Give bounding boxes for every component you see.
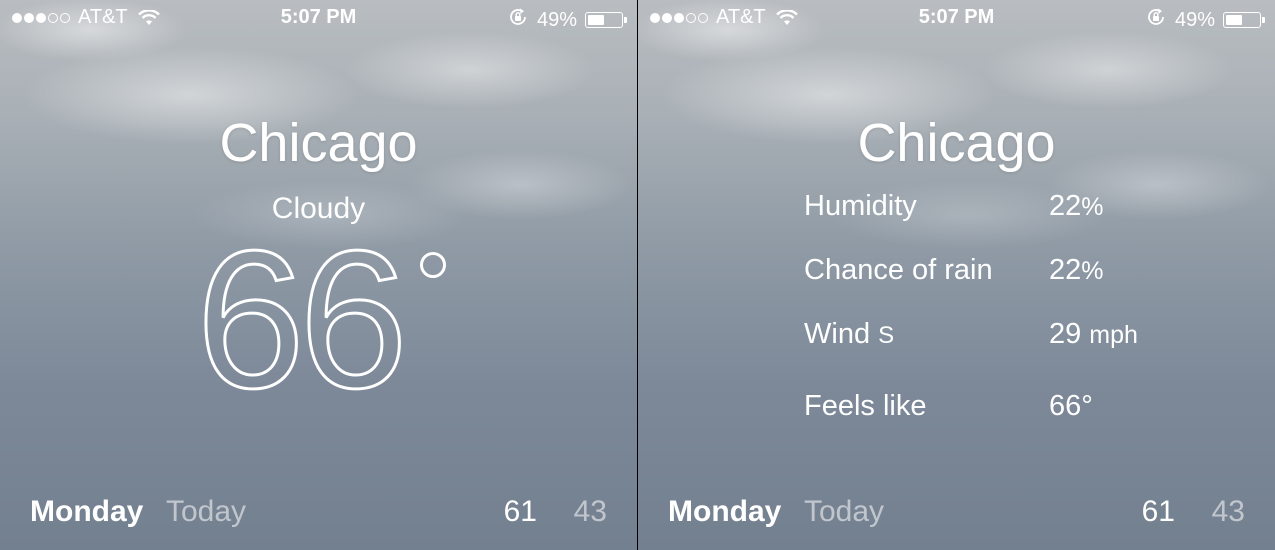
detail-label: Chance of rain (804, 254, 993, 286)
forecast-low: 43 (573, 495, 607, 528)
detail-label: Humidity (804, 190, 917, 222)
battery-icon (585, 12, 627, 28)
detail-label: Feels like (804, 390, 927, 422)
forecast-day: Monday (668, 495, 782, 528)
forecast-high: 61 (503, 495, 537, 528)
weather-screens: AT&T 5:07 PM 49% Chicago Cloudy 66 Monda… (0, 0, 1275, 550)
status-bar-right: 49% (507, 6, 627, 34)
forecast-low: 43 (1211, 495, 1245, 528)
battery-level (588, 15, 604, 25)
forecast-day: Monday (30, 495, 144, 528)
city-name: Chicago (857, 113, 1056, 173)
status-bar-right: 49% (1145, 6, 1265, 34)
weather-main-screen[interactable]: AT&T 5:07 PM 49% Chicago Cloudy 66 Monda… (0, 0, 637, 550)
detail-value: 29 mph (1049, 318, 1138, 350)
detail-value: 22% (1049, 254, 1104, 286)
detail-value: 66° (1049, 390, 1093, 422)
battery-percent: 49% (1174, 8, 1215, 31)
current-temperature: 66 (194, 210, 409, 429)
degree-symbol-icon (420, 252, 446, 278)
battery-level (1226, 15, 1242, 25)
rotation-lock-icon (1145, 6, 1167, 34)
city-name: Chicago (219, 113, 418, 173)
forecast-today-row: Monday Today 61 43 (638, 495, 1275, 535)
forecast-high: 61 (1141, 495, 1175, 528)
forecast-day-label: Today (804, 495, 885, 528)
rotation-lock-icon (507, 6, 529, 34)
battery-percent: 49% (536, 8, 577, 31)
detail-value: 22% (1049, 190, 1104, 222)
status-bar: AT&T 5:07 PM 49% (638, 4, 1275, 32)
weather-details-screen[interactable]: AT&T 5:07 PM 49% Chicago Humidity 22% Ch… (638, 0, 1275, 550)
forecast-today-row: Monday Today 61 43 (0, 495, 637, 535)
status-bar: AT&T 5:07 PM 49% (0, 4, 637, 32)
battery-icon (1223, 12, 1265, 28)
detail-label: Wind S (804, 318, 895, 350)
forecast-day-label: Today (166, 495, 247, 528)
wind-direction: S (878, 322, 895, 349)
